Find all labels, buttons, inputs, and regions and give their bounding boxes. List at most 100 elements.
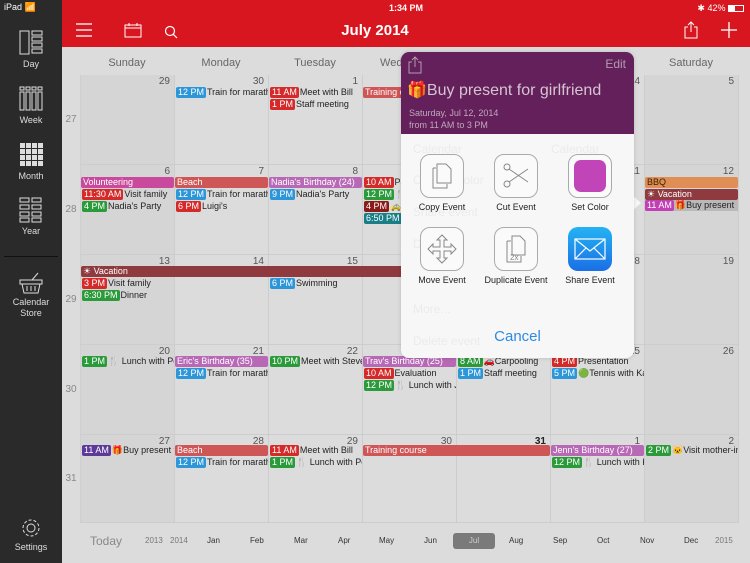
event-item[interactable]: 12 PM Train for marath (176, 189, 268, 200)
week-number: 28 (65, 204, 77, 215)
event-item[interactable]: 5 PM 🟢Tennis with Ka (552, 368, 644, 379)
share-icon[interactable] (408, 56, 422, 74)
event-item[interactable]: 10 AM Evaluation (364, 368, 456, 379)
move-event-button[interactable]: Move Event (405, 227, 479, 285)
timeline-month[interactable]: Apr (338, 536, 350, 545)
event-item[interactable]: 6 PM Swimming (270, 278, 362, 289)
event-item[interactable]: 9 PM Nadia's Party (270, 189, 362, 200)
timeline-month[interactable]: Feb (250, 536, 264, 545)
event-bar-beach[interactable]: Beach (175, 445, 268, 456)
event-item[interactable]: 11 AM Meet with Bill (270, 87, 362, 98)
event-title: Nadia's Party (296, 189, 350, 199)
event-item[interactable]: 12 PM Train for marath (176, 457, 268, 468)
edit-button[interactable]: Edit (605, 57, 626, 71)
sidebar-item-month[interactable]: Month (0, 142, 62, 181)
event-bar-birthday[interactable]: Eric's Birthday (35) (175, 356, 268, 367)
event-item[interactable]: 11:30 AM Visit family (82, 189, 174, 200)
status-bar-right: ✱ 42% (697, 3, 744, 14)
timeline-month[interactable]: Aug (509, 536, 523, 545)
event-item-selected[interactable]: 11 AM 🎁Buy present (645, 200, 738, 211)
sidebar-item-label: Settings (14, 542, 48, 552)
sidebar-item-settings[interactable]: Settings (0, 517, 62, 552)
year-view-icon (19, 197, 42, 223)
month-view-icon (20, 143, 43, 166)
event-bar-vacation[interactable]: ☀ Vacation (81, 266, 403, 277)
timeline-month[interactable]: Nov (640, 536, 654, 545)
timeline-year[interactable]: 2014 (170, 536, 188, 545)
day-number: 1 (352, 76, 358, 87)
event-time: 9 PM (270, 189, 296, 200)
today-button[interactable]: Today (90, 534, 122, 548)
event-item[interactable]: 4 PM 🚕 (364, 201, 402, 212)
event-item[interactable]: 10 PM Meet with Steve (270, 356, 362, 367)
event-item[interactable]: 2 PM 🐱Visit mother-in (646, 445, 738, 456)
day-view-icon (19, 30, 43, 55)
copy-event-button[interactable]: Copy Event (405, 154, 479, 212)
sidebar-item-calendar-store[interactable]: Calendar Store (0, 272, 62, 319)
svg-text:2x: 2x (510, 253, 518, 262)
sidebar-item-day[interactable]: Day (0, 30, 62, 69)
sidebar-item-week[interactable]: Week (0, 86, 62, 125)
event-title: 🎁Buy present (674, 200, 735, 210)
event-item[interactable]: 6 PM Luigi's (176, 201, 268, 212)
cut-event-button[interactable]: Cut Event (479, 154, 553, 212)
event-item[interactable]: 10 AMPa (364, 177, 402, 188)
event-item[interactable]: 6:50 PM (364, 213, 402, 224)
month-timeline: Today 2013 2014 Jan Feb Mar Apr May Jun … (62, 530, 750, 554)
plus-icon[interactable] (721, 22, 737, 38)
event-item[interactable]: 3 PM Visit family (82, 278, 174, 289)
event-item[interactable]: 12 PM 🍴 (364, 189, 402, 200)
timeline-year[interactable]: 2015 (715, 536, 733, 545)
share-event-button[interactable]: Share Event (553, 227, 627, 285)
event-item[interactable]: 12 PM 🍴 Lunch with K (552, 457, 644, 468)
timeline-month-selected[interactable]: Jul (453, 533, 495, 549)
event-time: 12 PM (176, 189, 207, 200)
event-bar-bbq[interactable]: BBQ (645, 177, 738, 188)
event-item[interactable]: 11 AM 🎁Buy present f (82, 445, 174, 456)
set-color-button[interactable]: Set Color (553, 154, 627, 212)
timeline-month[interactable]: Jan (207, 536, 220, 545)
event-bar-beach[interactable]: Beach (175, 177, 268, 188)
timeline-year[interactable]: 2013 (145, 536, 163, 545)
timeline-month[interactable]: Sep (553, 536, 567, 545)
event-item[interactable]: 4 PM Nadia's Party (82, 201, 174, 212)
timeline-month[interactable]: May (379, 536, 394, 545)
cancel-button[interactable]: Cancel (401, 328, 634, 345)
event-time: 2 PM (646, 445, 672, 456)
timeline-month[interactable]: Dec (684, 536, 698, 545)
event-time: 1 PM (458, 368, 484, 379)
event-item[interactable]: 11 AM Meet with Bill (270, 445, 362, 456)
event-time: 12 PM (364, 189, 395, 200)
share-icon[interactable] (684, 21, 698, 39)
event-title: Swimming (296, 278, 338, 288)
day-cell[interactable]: 29 (81, 75, 175, 165)
event-item[interactable]: 12 PM 🍴 Lunch with J (364, 380, 456, 391)
event-item[interactable]: 1 PM Staff meeting (270, 99, 362, 110)
event-item[interactable]: 12 PM Train for marath (176, 368, 268, 379)
event-bar-volunteering[interactable]: Volunteering (81, 177, 174, 188)
event-item[interactable]: 1 PM 🍴 Lunch with Pe (82, 356, 174, 367)
event-time: 10 AM (364, 368, 394, 379)
day-cell[interactable]: 26 (645, 345, 739, 435)
event-bar-training[interactable]: Training c (363, 87, 403, 98)
event-time: 12 PM (176, 457, 207, 468)
event-bar-training-course[interactable]: Training course (363, 445, 550, 456)
timeline-month[interactable]: Mar (294, 536, 308, 545)
month-title[interactable]: July 2014 (62, 22, 688, 39)
event-item[interactable]: 12 PM Train for marath (176, 87, 268, 98)
event-bar-birthday[interactable]: Nadia's Birthday (24) (269, 177, 362, 188)
sidebar-item-year[interactable]: Year (0, 197, 62, 236)
event-time: 12 PM (176, 368, 207, 379)
timeline-month[interactable]: Jun (424, 536, 437, 545)
event-bar-vacation[interactable]: ☀ Vacation (645, 189, 738, 200)
event-item[interactable]: 6:30 PM Dinner (82, 290, 174, 301)
event-item[interactable]: 1 PM Staff meeting (458, 368, 550, 379)
event-time: 11 AM (270, 87, 299, 98)
timeline-month[interactable]: Oct (597, 536, 609, 545)
event-bar-birthday[interactable]: Jenn's Birthday (27) (551, 445, 644, 456)
event-item[interactable]: 1 PM 🍴 Lunch with Pe (270, 457, 362, 468)
duplicate-event-button[interactable]: 2x Duplicate Event (479, 227, 553, 285)
day-cell[interactable]: 5 (645, 75, 739, 165)
day-cell[interactable]: 19 (645, 255, 739, 345)
move-arrows-icon (427, 234, 457, 264)
